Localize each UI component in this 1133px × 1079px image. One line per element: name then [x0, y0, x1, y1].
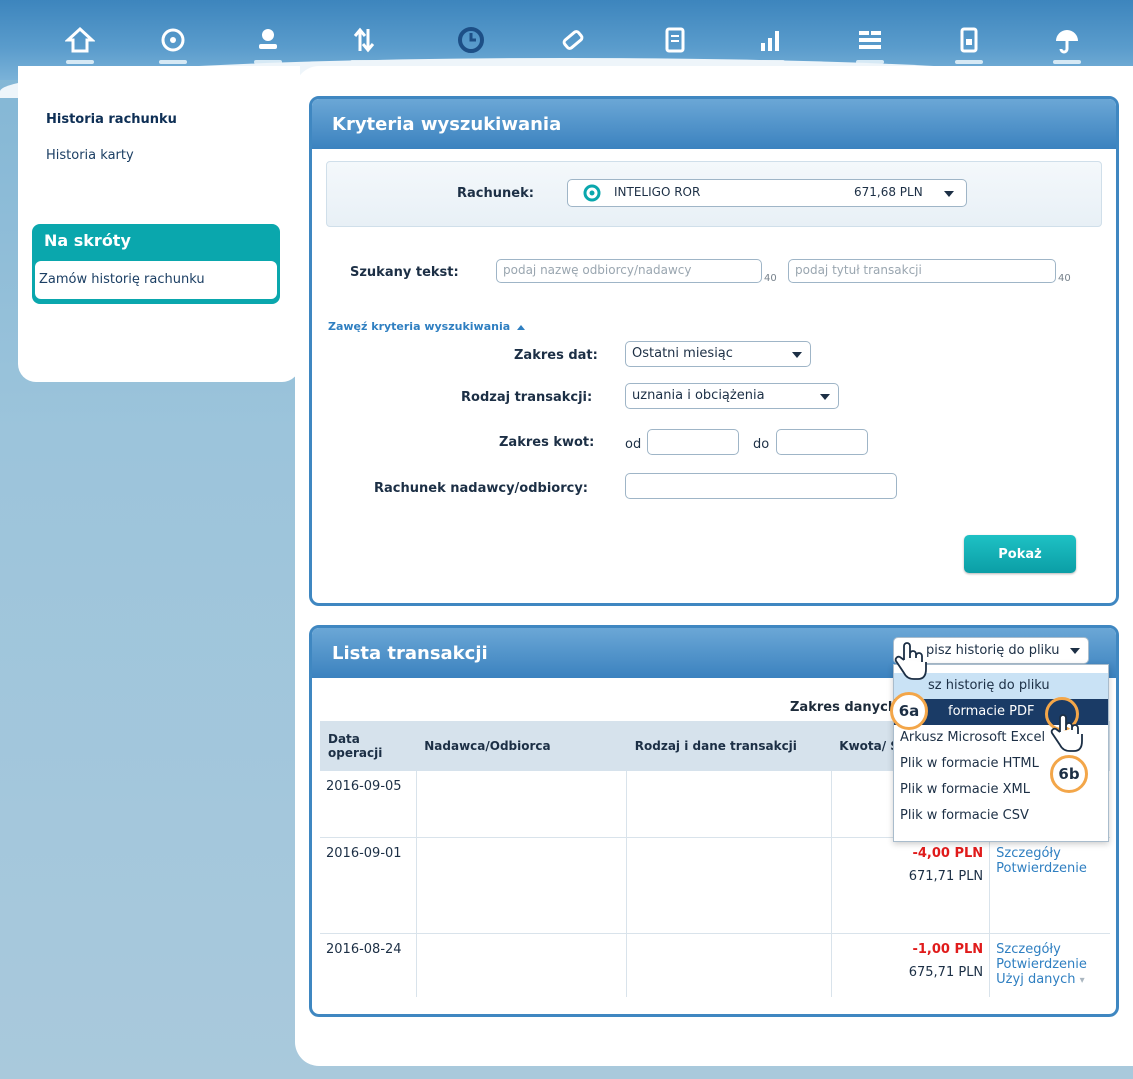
option-csv[interactable]: Plik w formacie CSV [894, 803, 1108, 829]
search-criteria-panel: Kryteria wyszukiwania Rachunek: INTELIGO… [309, 96, 1119, 606]
counterparty-account-input[interactable] [625, 473, 897, 499]
table-row[interactable]: 2016-08-24 -1,00 PLN 675,71 PLN Szczegół… [320, 933, 1110, 997]
transaction-type-label: Rodzaj transakcji: [461, 390, 593, 405]
use-data-label: Użyj danych [996, 971, 1076, 987]
panel-title: Lista transakcji [332, 643, 488, 664]
transaction-type-select[interactable]: uznania i obciążenia [625, 383, 839, 409]
account-label: Rachunek: [457, 186, 534, 201]
narrow-criteria-label: Zawęź kryteria wyszukiwania [328, 320, 511, 333]
panel-header: Kryteria wyszukiwania [312, 99, 1116, 149]
account-box: Rachunek: INTELIGO ROR 671,68 PLN [326, 161, 1102, 227]
cell-party [415, 771, 627, 838]
cell-date: 2016-08-24 [326, 941, 402, 957]
payments-icon[interactable] [551, 18, 595, 64]
use-data-link[interactable]: Użyj danych ▾ [996, 972, 1104, 988]
recipient-search-input[interactable]: podaj nazwę odbiorcy/nadawcy [496, 259, 762, 283]
cell-actions: Szczegóły Potwierdzenie [989, 837, 1110, 934]
save-history-value: pisz historię do pliku [926, 643, 1060, 658]
amount-value: -1,00 PLN [912, 941, 984, 957]
savings-icon[interactable] [749, 18, 793, 64]
show-button[interactable]: Pokaż [964, 535, 1076, 573]
char-counter: 40 [764, 273, 777, 284]
shortcuts-list: Zamów historię rachunku [35, 261, 277, 299]
counterparty-account-label: Rachunek nadawcy/odbiorcy: [374, 481, 589, 496]
amount-range-label: Zakres kwot: [499, 435, 595, 450]
chevron-down-icon [820, 394, 830, 400]
history-icon[interactable] [449, 18, 493, 64]
details-link[interactable]: Szczegóły [996, 942, 1104, 957]
cell-party [415, 837, 627, 934]
insurance-icon[interactable] [1045, 18, 1089, 64]
settings-icon[interactable] [848, 18, 892, 64]
panel-title: Kryteria wyszukiwania [332, 114, 562, 135]
cell-type [626, 837, 832, 934]
sidebar-item-card-history[interactable]: Historia karty [46, 148, 134, 163]
hand-cursor-icon [894, 642, 927, 680]
balance-value: 675,71 PLN [908, 964, 984, 980]
account-balance: 671,68 PLN [854, 185, 923, 199]
documents-icon[interactable] [653, 18, 697, 64]
step-badge-6b: 6b [1050, 755, 1088, 793]
column-header-party[interactable]: Nadawca/Odbiorca [416, 721, 627, 771]
amount-to-input[interactable] [776, 429, 868, 455]
account-name: INTELIGO ROR [614, 185, 701, 199]
chevron-down-icon: ▾ [1079, 974, 1085, 986]
data-range-label: Zakres danych [790, 700, 898, 715]
confirmation-link[interactable]: Potwierdzenie [996, 957, 1104, 972]
shortcuts-title: Na skróty [44, 231, 131, 250]
cell-date: 2016-09-05 [320, 771, 417, 838]
chevron-down-icon [1070, 648, 1080, 654]
chevron-down-icon [792, 352, 802, 358]
amount-to-label: do [753, 437, 770, 452]
chevron-down-icon [944, 191, 954, 197]
cards-icon[interactable] [151, 18, 195, 64]
chevron-up-icon [516, 325, 525, 330]
amount-from-label: od [625, 437, 642, 452]
table-row[interactable]: 2016-09-01 -4,00 PLN 671,71 PLN Szczegół… [320, 837, 1110, 934]
inteligo-logo-icon [582, 183, 602, 207]
account-select[interactable]: INTELIGO ROR 671,68 PLN [567, 179, 967, 207]
hand-cursor-icon [1050, 714, 1083, 752]
cell-party [415, 933, 627, 997]
profile-icon[interactable] [246, 18, 290, 64]
cell-type [626, 933, 832, 997]
date-range-value: Ostatni miesiąc [632, 346, 733, 361]
char-counter: 40 [1058, 273, 1071, 284]
date-range-label: Zakres dat: [514, 348, 598, 363]
step-badge-6a: 6a [890, 692, 928, 730]
balance-value: 671,71 PLN [908, 868, 984, 884]
transfers-icon[interactable] [342, 18, 386, 64]
narrow-criteria-link[interactable]: Zawęź kryteria wyszukiwania [328, 320, 525, 333]
cell-amount: -1,00 PLN 675,71 PLN [830, 933, 990, 997]
cell-amount: -4,00 PLN 671,71 PLN [830, 837, 990, 934]
cell-type [626, 771, 832, 838]
cell-actions: Szczegóły Potwierdzenie Użyj danych ▾ [989, 933, 1110, 997]
order-history-link[interactable]: Zamów historię rachunku [39, 272, 205, 287]
date-range-select[interactable]: Ostatni miesiąc [625, 341, 811, 367]
details-link[interactable]: Szczegóły [996, 846, 1104, 861]
sidebar-item-account-history[interactable]: Historia rachunku [46, 112, 177, 127]
home-icon[interactable] [58, 18, 102, 64]
title-search-input[interactable]: podaj tytuł transakcji [788, 259, 1056, 283]
column-header-date[interactable]: Data operacji [320, 721, 417, 771]
search-text-label: Szukany tekst: [350, 265, 459, 280]
transaction-type-value: uznania i obciążenia [632, 388, 765, 403]
amount-from-input[interactable] [647, 429, 739, 455]
amount-value: -4,00 PLN [912, 845, 984, 861]
column-header-type[interactable]: Rodzaj i dane transakcji [626, 721, 832, 771]
confirmation-link[interactable]: Potwierdzenie [996, 861, 1104, 876]
mobile-icon[interactable] [947, 18, 991, 64]
cell-date: 2016-09-01 [320, 837, 417, 934]
shortcuts-box: Na skróty Zamów historię rachunku [32, 224, 280, 304]
